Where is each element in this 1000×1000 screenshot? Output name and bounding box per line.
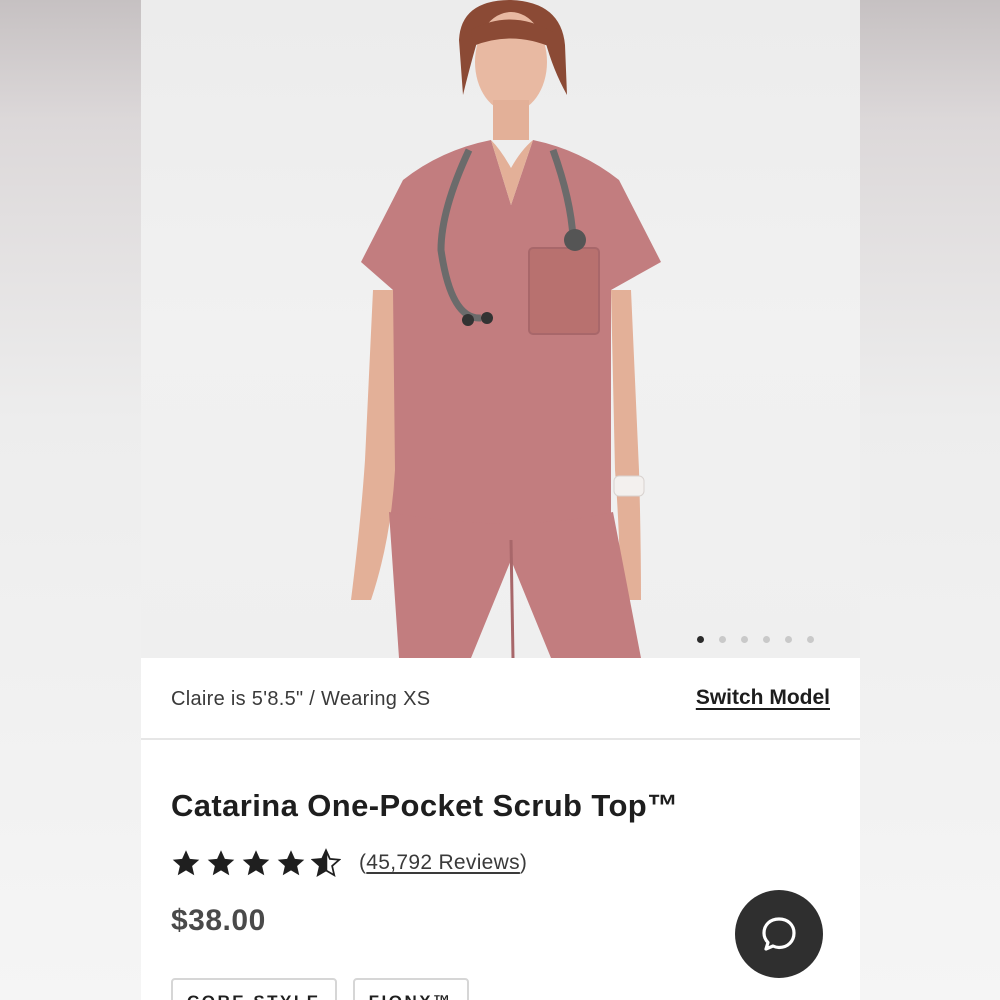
carousel-dot[interactable] [741,636,748,643]
star-icon [172,850,200,876]
carousel-dot[interactable] [785,636,792,643]
star-icon [277,850,305,876]
star-rating [171,848,341,878]
product-title: Catarina One-Pocket Scrub Top™ [171,788,679,823]
product-price: $38.00 [171,904,266,937]
reviews-link[interactable]: (45,792 Reviews) [359,851,527,875]
product-page: Claire is 5'8.5" / Wearing XS Switch Mod… [141,0,860,1000]
star-icon [207,850,235,876]
star-icon [242,850,270,876]
carousel-dot[interactable] [719,636,726,643]
product-tags: CORE STYLE FIONX™ [171,978,469,1000]
model-size-info: Claire is 5'8.5" / Wearing XS [171,688,431,710]
carousel-dot[interactable] [807,636,814,643]
reviews-count: 45,792 Reviews [366,851,520,874]
model-info-bar: Claire is 5'8.5" / Wearing XS Switch Mod… [141,658,860,740]
rating-row: (45,792 Reviews) [171,848,527,878]
background-left [0,0,141,1000]
carousel-dot[interactable] [763,636,770,643]
chat-button[interactable] [735,890,823,978]
chat-bubble-icon [762,917,796,951]
carousel-dot[interactable] [697,636,704,643]
carousel-dots[interactable] [697,636,814,643]
product-photo [351,0,661,658]
product-image-carousel[interactable] [141,0,860,658]
tag-core-style[interactable]: CORE STYLE [171,978,337,1000]
background-right [860,0,1000,1000]
reviews-paren: ) [519,851,528,874]
switch-model-link[interactable]: Switch Model [696,686,830,710]
tag-fionx[interactable]: FIONX™ [352,978,469,1000]
star-half-icon [311,848,341,878]
